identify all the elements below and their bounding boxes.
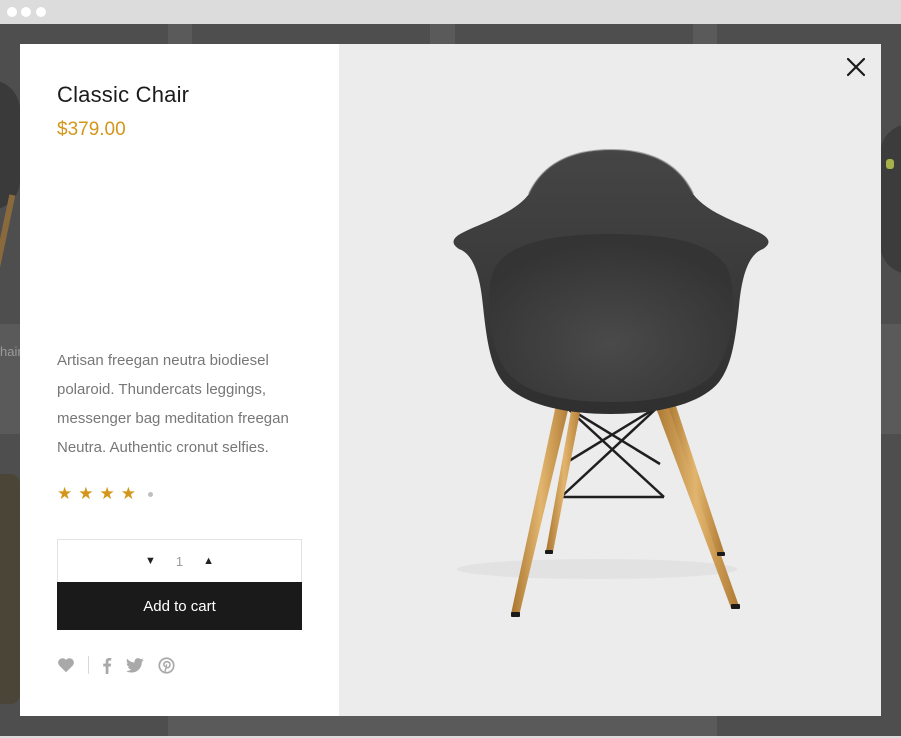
close-icon[interactable]: [845, 56, 867, 78]
background-product-name: hair: [0, 344, 22, 359]
background-product-tile: [192, 24, 430, 44]
background-chair-image: [0, 80, 20, 210]
twitter-icon[interactable]: [126, 657, 144, 673]
add-to-cart-button[interactable]: Add to cart: [57, 582, 302, 630]
window-dot-icon: [7, 7, 17, 17]
quantity-stepper: ▼ 1 ▲: [57, 539, 302, 582]
star-icon: ★: [99, 484, 115, 503]
share-bar: [57, 654, 175, 676]
empty-star-icon: [148, 491, 153, 497]
heart-icon[interactable]: [57, 657, 75, 673]
star-icon: ★: [120, 484, 136, 503]
pinterest-icon[interactable]: [158, 656, 175, 674]
browser-title-bar: [0, 0, 901, 24]
background-product-tile: [455, 24, 693, 44]
quick-view-modal: Classic Chair $379.00 Artisan freegan ne…: [20, 44, 881, 716]
chair-image: [453, 148, 769, 617]
product-image-panel: [339, 44, 881, 716]
quantity-increment-button[interactable]: ▲: [199, 551, 218, 571]
background-product-image: [880, 124, 901, 274]
quantity-decrement-button[interactable]: ▼: [141, 551, 160, 571]
window-dot-icon: [21, 7, 31, 17]
divider: [88, 656, 89, 674]
product-info-panel: Classic Chair $379.00 Artisan freegan ne…: [20, 44, 339, 716]
facebook-icon[interactable]: [102, 657, 112, 674]
product-title: Classic Chair: [57, 82, 190, 107]
product-price: $379.00: [57, 119, 126, 140]
product-description: Artisan freegan neutra biodiesel polaroi…: [57, 352, 289, 456]
window-dot-icon: [36, 7, 46, 17]
star-icon: ★: [78, 484, 94, 503]
background-product-detail: [886, 159, 894, 169]
quantity-value[interactable]: 1: [176, 554, 183, 569]
product-rating: ★ ★ ★ ★: [57, 484, 153, 504]
star-icon: ★: [57, 484, 73, 503]
background-bag-image: [0, 474, 20, 704]
